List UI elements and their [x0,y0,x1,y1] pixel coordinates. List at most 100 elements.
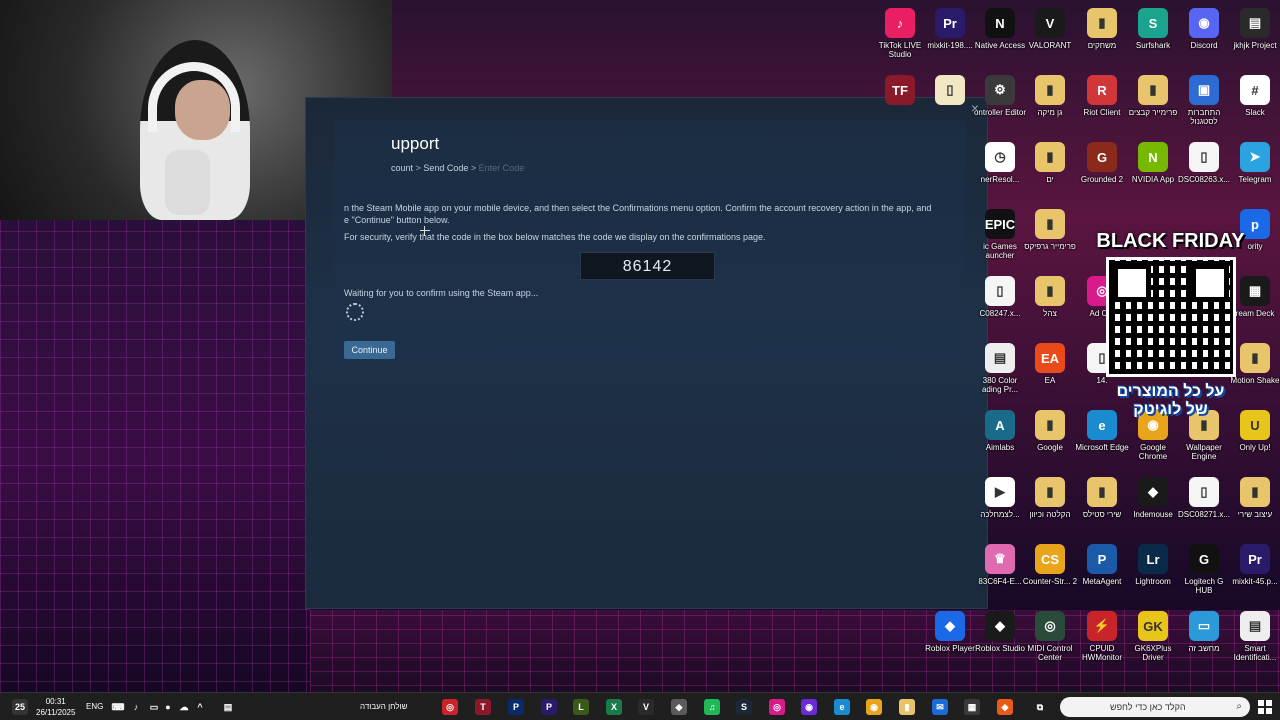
desktop-icon-label: MIDI Control Center [1027,644,1073,662]
desktop-icon[interactable]: ◎ MIDI Control Center [1022,611,1078,662]
copilot-icon[interactable]: ◆ [997,699,1013,715]
taskbar-app-icon[interactable]: ◎ [442,699,458,715]
desktop-icon[interactable]: ▮ גן מיקה [1022,75,1078,117]
chevron-up-icon[interactable]: ^ [192,699,208,715]
desktop-icon-label: MetaAgent [1082,577,1122,586]
tf-icon[interactable]: T [475,699,491,715]
windows-start-icon[interactable] [1258,700,1272,714]
microphone-icon[interactable]: ● [160,699,176,715]
file-explorer-icon[interactable]: ▮ [899,699,915,715]
keyboard-icon[interactable]: ⌨ [110,699,126,715]
video-icon: ▶ [985,477,1015,507]
native-access-icon: N [985,8,1015,38]
desktop-icon[interactable]: ◷ nerResol... [972,142,1028,184]
desktop-icon[interactable]: EA EA [1022,343,1078,385]
desktop-icon[interactable]: A Aimlabs [972,410,1028,452]
desktop-icon[interactable]: CS Counter-Str... 2 [1022,544,1078,586]
desktop-icon[interactable]: ⚙ ontroller Editor [972,75,1028,117]
desktop-icon[interactable]: ▮ פרימייר קבצים [1125,75,1181,117]
desktop-icon[interactable]: P MetaAgent [1074,544,1130,586]
desktop-icon[interactable]: ▭ מחשב זה [1176,611,1232,653]
desktop-icon[interactable]: N NVIDIA App [1125,142,1181,184]
ghub-icon: G [1189,544,1219,574]
chrome-icon[interactable]: ◉ [866,699,882,715]
live-icon[interactable]: L [573,699,589,715]
spotify-icon[interactable]: ♫ [704,699,720,715]
desktop-icon[interactable]: ▣ התחברות לסטגנול [1176,75,1232,126]
desktop-icon[interactable]: ▮ שירי סטילס [1074,477,1130,519]
desktop-icon[interactable]: EPIC ic Games auncher [972,209,1028,260]
language-indicator[interactable]: ENG [86,702,103,711]
store-icon[interactable]: ▦ [964,699,980,715]
desktop-icon[interactable]: ♛ 83C6F4-E... [972,544,1028,586]
cs2-icon: CS [1035,544,1065,574]
desktop-icon[interactable]: S Surfshark [1125,8,1181,50]
taskbar-clock[interactable]: 00:31 26/11/2025 [36,696,75,718]
taskbar-app-icon[interactable]: ◉ [801,699,817,715]
desktop-icon[interactable]: ♪ TikTok LIVE Studio [872,8,928,59]
desktop-icon[interactable]: ▯ C08247.x... [972,276,1028,318]
desktop-icon[interactable]: V VALORANT [1022,8,1078,50]
desktop-icon[interactable]: ▮ הקלטה וכיוון [1022,477,1078,519]
breadcrumb-send-code[interactable]: Send Code [423,163,468,173]
desktop-icon-label: פרימייר גרפיקס [1024,242,1076,251]
discord-icon: ◉ [1189,8,1219,38]
task-view-icon[interactable]: ⧉ [1032,699,1048,715]
breadcrumb-account[interactable]: count [391,163,413,173]
desktop-icon[interactable]: ▮ עיצוב שירי [1227,477,1280,519]
desktop-icon[interactable]: ▮ פרימייר גרפיקס [1022,209,1078,251]
desktop-icon[interactable]: TF [872,75,928,108]
desktop-icon[interactable]: Pr mixkit-45.p... [1227,544,1280,586]
desktop-icon[interactable]: G Grounded 2 [1074,142,1130,184]
desktop-icon[interactable]: ▮ Google [1022,410,1078,452]
surfshark-icon: S [1138,8,1168,38]
steam-icon[interactable]: S [736,699,752,715]
desktop-icon[interactable]: ▯ [922,75,978,108]
desktop-icon[interactable]: ◆ Roblox Studio [972,611,1028,653]
cloud-icon[interactable]: ☁ [176,699,192,715]
desktop-icon-label: צהל [1043,309,1057,318]
desktop-icon[interactable]: ▶ לצמחלכה... [972,477,1028,519]
desktop-icon[interactable]: ▯ DSC08263.x... [1176,142,1232,184]
search-input[interactable]: הקלד כאן כדי לחפש ⌕ [1060,697,1250,717]
desktop-icon-label: מחשב זה [1188,644,1220,653]
desktop-icon[interactable]: ▤ Smart Identificati... [1227,611,1280,662]
desktop-icon[interactable]: R Riot Client [1074,75,1130,117]
desktop-toolbar-label[interactable]: שולחן העבודה [360,702,407,711]
ad-title: BLACK FRIDAY [1096,230,1245,252]
desktop-icon-label: Aimlabs [985,443,1015,452]
desktop-icon[interactable]: N Native Access [972,8,1028,50]
edge-icon[interactable]: e [834,699,850,715]
desktop-icon[interactable]: Pr mixkit-198.... [922,8,978,50]
valorant-icon[interactable]: V [638,699,654,715]
desktop-icon-label: CPUID HWMonitor [1081,644,1122,662]
taskbar-app-icon[interactable]: ◎ [769,699,785,715]
ad-subtitle: על כל המוצרים של לוגיטק [1088,383,1253,419]
clock-date: 26/11/2025 [36,708,76,717]
desktop-icon[interactable]: ▤ jkhjk Project [1227,8,1280,50]
desktop-icon[interactable]: G Logitech G HUB [1176,544,1232,595]
excel-icon[interactable]: X [606,699,622,715]
desktop-icon[interactable]: ▮ צהל [1022,276,1078,318]
premiere-icon[interactable]: P [541,699,557,715]
desktop-icon[interactable]: ▮ משחקים [1074,8,1130,50]
desktop-icon[interactable]: ➤ Telegram [1227,142,1280,184]
desktop-icon[interactable]: ▮ ים [1022,142,1078,184]
desktop-icon[interactable]: ▤ 380 Color ading Pr... [972,343,1028,394]
desktop-icon[interactable]: # Slack [1227,75,1280,117]
notification-badge[interactable]: 25 [12,699,28,715]
desktop-icon[interactable]: ◉ Discord [1176,8,1232,50]
photoshop-icon[interactable]: P [508,699,524,715]
desktop-icon[interactable]: GK GK6XPlus Driver [1125,611,1181,662]
desktop-icon[interactable]: ▯ DSC08271.x... [1176,477,1232,519]
desktop-icon[interactable]: ◆ Indemouse [1125,477,1181,519]
input-icon[interactable]: ▤ [220,699,236,715]
taskbar-app-icon[interactable]: ◆ [671,699,687,715]
continue-button[interactable]: Continue [344,341,395,359]
desktop-icon[interactable]: Lr Lightroom [1125,544,1181,586]
desktop-icon[interactable]: ⚡ CPUID HWMonitor [1074,611,1130,662]
volume-icon[interactable]: ♪ [128,699,144,715]
mail-icon[interactable]: ✉ [932,699,948,715]
desktop-icon-label: 380 Color ading Pr... [981,376,1019,394]
desktop-icon[interactable]: ◆ Roblox Player [922,611,978,653]
